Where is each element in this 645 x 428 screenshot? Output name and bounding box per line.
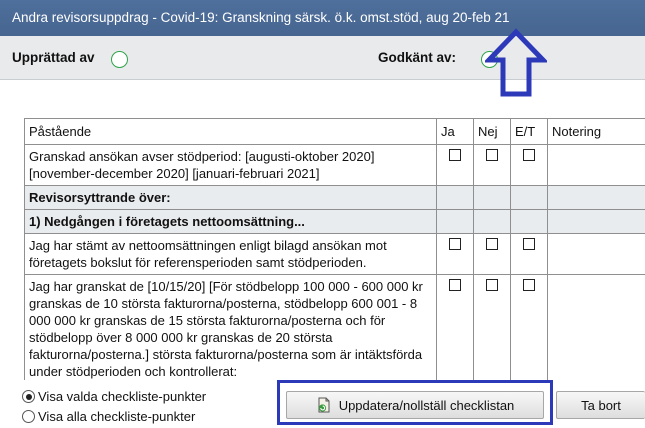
- no-checkbox[interactable]: [486, 149, 498, 161]
- column-header: Påstående: [24, 118, 437, 145]
- remove-button[interactable]: Ta bort: [556, 391, 645, 419]
- filter-option-label: Visa valda checkliste-punkter: [38, 389, 207, 404]
- radio-unselected-icon[interactable]: [22, 410, 35, 423]
- no-checkbox[interactable]: [486, 238, 498, 250]
- yes-checkbox[interactable]: [449, 238, 461, 250]
- table-row: Jag har granskat de [10/15/20] [För stöd…: [24, 274, 645, 380]
- no-checkbox[interactable]: [486, 279, 498, 291]
- table-row: Jag har stämt av nettoomsättningen enlig…: [24, 233, 645, 275]
- checklist-table-container[interactable]: Påstående Ja Nej E/T Notering Granskad a…: [24, 118, 645, 380]
- na-checkbox[interactable]: [523, 149, 535, 161]
- yes-checkbox[interactable]: [449, 149, 461, 161]
- column-header: Nej: [473, 118, 511, 145]
- checklist-table: Påstående Ja Nej E/T Notering Granskad a…: [24, 118, 645, 380]
- section-heading: Revisorsyttrande över:: [24, 185, 437, 210]
- table-row: Granskad ansökan avser stödperiod: [augu…: [24, 144, 645, 186]
- column-header: Notering: [547, 118, 645, 145]
- update-button-label: Uppdatera/nollställ checklistan: [338, 397, 515, 413]
- na-checkbox[interactable]: [523, 279, 535, 291]
- prepared-by-label: Upprättad av: [12, 50, 95, 65]
- column-header: E/T: [510, 118, 548, 145]
- section-heading: 1) Nedgången i företagets nettoomsättnin…: [24, 209, 437, 234]
- update-reset-checklist-button[interactable]: Uppdatera/nollställ checklistan: [286, 391, 544, 419]
- radio-selected-icon[interactable]: [22, 390, 35, 403]
- note-cell[interactable]: [547, 274, 645, 380]
- note-cell[interactable]: [547, 233, 645, 275]
- na-checkbox[interactable]: [523, 238, 535, 250]
- filter-option-label: Visa alla checkliste-punkter: [38, 409, 196, 424]
- remove-button-label: Ta bort: [581, 397, 621, 413]
- statement-text: Jag har granskat de [10/15/20] [För stöd…: [24, 274, 437, 380]
- window-title: Andra revisorsuppdrag - Covid-19: Gransk…: [0, 0, 645, 36]
- annotation-up-arrow-icon: [485, 28, 547, 97]
- section-row: Revisorsyttrande över:: [24, 185, 645, 210]
- column-header: Ja: [436, 118, 474, 145]
- filter-option-selected[interactable]: Visa valda checkliste-punkter: [22, 389, 206, 404]
- section-row: 1) Nedgången i företagets nettoomsättnin…: [24, 209, 645, 234]
- statement-text: Granskad ansökan avser stödperiod: [augu…: [24, 144, 437, 186]
- prepared-status-icon[interactable]: [111, 51, 128, 68]
- yes-checkbox[interactable]: [449, 279, 461, 291]
- document-refresh-icon: [318, 397, 330, 413]
- filter-option-all[interactable]: Visa alla checkliste-punkter: [22, 409, 195, 424]
- table-header-row: Påstående Ja Nej E/T Notering: [24, 118, 645, 145]
- signoff-bar: Upprättad av Godkänt av:: [0, 36, 645, 80]
- approved-by-label: Godkänt av:: [378, 50, 457, 65]
- statement-text: Jag har stämt av nettoomsättningen enlig…: [24, 233, 437, 275]
- note-cell[interactable]: [547, 144, 645, 186]
